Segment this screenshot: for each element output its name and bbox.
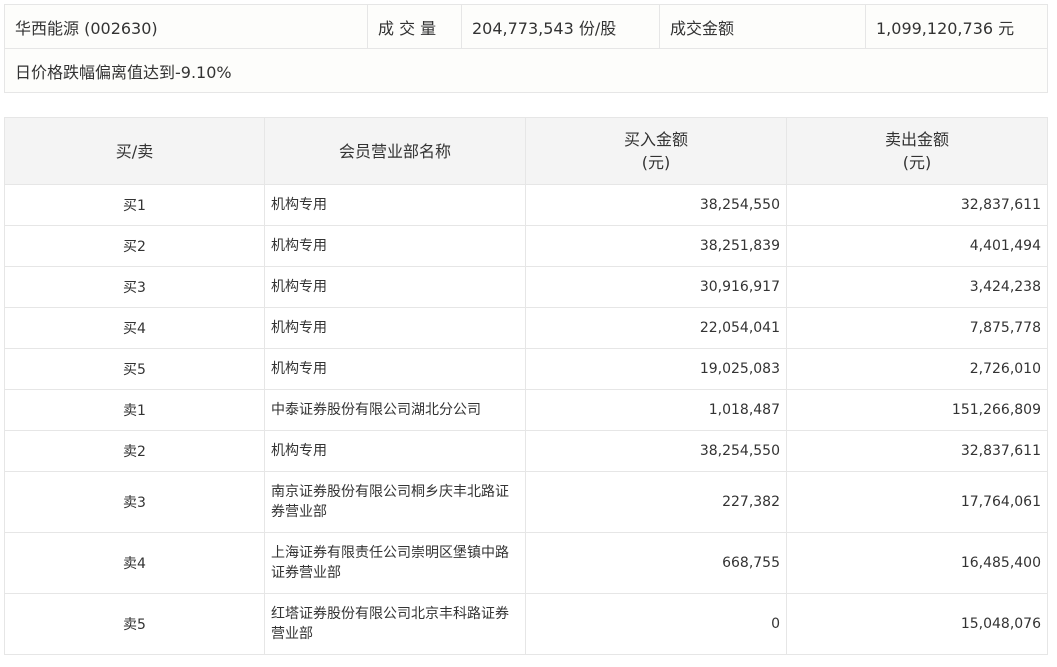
row-sell-amount: 15,048,076 [786,593,1048,655]
row-buy-amount: 38,254,550 [525,184,787,226]
header-member: 会员营业部名称 [264,117,526,185]
header-sell-unit: (元) [902,153,932,172]
table-header-row: 买/卖 会员营业部名称 买入金额 (元) 卖出金额 (元) [4,117,1048,185]
row-sell-amount: 2,726,010 [786,348,1048,390]
header-sell-label: 卖出金额 [884,130,949,149]
row-buy-amount: 0 [525,593,787,655]
row-side: 买1 [4,184,265,226]
trade-summary-table: 华西能源 (002630) 成 交 量 204,773,543 份/股 成交金额… [4,4,1048,93]
header-sell: 卖出金额 (元) [786,117,1048,185]
row-buy-amount: 227,382 [525,471,787,533]
row-buy-amount: 38,251,839 [525,225,787,267]
row-buy-amount: 30,916,917 [525,266,787,308]
row-sell-amount: 4,401,494 [786,225,1048,267]
deviation-note: 日价格跌幅偏离值达到-9.10% [4,48,1048,93]
row-side: 买3 [4,266,265,308]
volume-label: 成 交 量 [367,4,462,49]
row-member: 红塔证券股份有限公司北京丰科路证券营业部 [264,593,526,655]
amount-value: 1,099,120,736 元 [865,4,1048,49]
row-side: 卖3 [4,471,265,533]
row-sell-amount: 32,837,611 [786,430,1048,472]
row-member: 上海证券有限责任公司崇明区堡镇中路证券营业部 [264,532,526,594]
summary-row: 华西能源 (002630) 成 交 量 204,773,543 份/股 成交金额… [4,4,1048,49]
row-member: 机构专用 [264,348,526,390]
amount-label: 成交金额 [659,4,866,49]
row-buy-amount: 22,054,041 [525,307,787,349]
header-side: 买/卖 [4,117,265,185]
table-row: 卖3 南京证券股份有限公司桐乡庆丰北路证券营业部 227,382 17,764,… [4,471,1048,533]
row-side: 卖5 [4,593,265,655]
row-sell-amount: 32,837,611 [786,184,1048,226]
row-member: 南京证券股份有限公司桐乡庆丰北路证券营业部 [264,471,526,533]
row-side: 卖1 [4,389,265,431]
table-row: 买2 机构专用 38,251,839 4,401,494 [4,225,1048,267]
row-sell-amount: 151,266,809 [786,389,1048,431]
row-side: 买5 [4,348,265,390]
header-buy-unit: (元) [641,153,671,172]
row-buy-amount: 19,025,083 [525,348,787,390]
row-sell-amount: 7,875,778 [786,307,1048,349]
row-member: 机构专用 [264,307,526,349]
row-member: 机构专用 [264,184,526,226]
table-row: 卖2 机构专用 38,254,550 32,837,611 [4,430,1048,472]
stock-name: 华西能源 (002630) [4,4,368,49]
row-side: 卖2 [4,430,265,472]
table-row: 买5 机构专用 19,025,083 2,726,010 [4,348,1048,390]
table-row: 卖1 中泰证券股份有限公司湖北分公司 1,018,487 151,266,809 [4,389,1048,431]
row-sell-amount: 16,485,400 [786,532,1048,594]
table-row: 卖5 红塔证券股份有限公司北京丰科路证券营业部 0 15,048,076 [4,593,1048,655]
table-row: 买1 机构专用 38,254,550 32,837,611 [4,184,1048,226]
row-member: 机构专用 [264,266,526,308]
table-row: 卖4 上海证券有限责任公司崇明区堡镇中路证券营业部 668,755 16,485… [4,532,1048,594]
volume-value: 204,773,543 份/股 [461,4,660,49]
header-buy: 买入金额 (元) [525,117,787,185]
row-side: 买2 [4,225,265,267]
row-sell-amount: 3,424,238 [786,266,1048,308]
row-side: 卖4 [4,532,265,594]
note-row: 日价格跌幅偏离值达到-9.10% [4,48,1048,93]
table-row: 买4 机构专用 22,054,041 7,875,778 [4,307,1048,349]
trading-seats-table: 买/卖 会员营业部名称 买入金额 (元) 卖出金额 (元) 买1 机构专用 38… [4,117,1048,655]
header-buy-label: 买入金额 [623,130,688,149]
row-buy-amount: 1,018,487 [525,389,787,431]
row-buy-amount: 38,254,550 [525,430,787,472]
row-buy-amount: 668,755 [525,532,787,594]
table-row: 买3 机构专用 30,916,917 3,424,238 [4,266,1048,308]
row-side: 买4 [4,307,265,349]
row-member: 机构专用 [264,430,526,472]
row-member: 中泰证券股份有限公司湖北分公司 [264,389,526,431]
row-sell-amount: 17,764,061 [786,471,1048,533]
row-member: 机构专用 [264,225,526,267]
